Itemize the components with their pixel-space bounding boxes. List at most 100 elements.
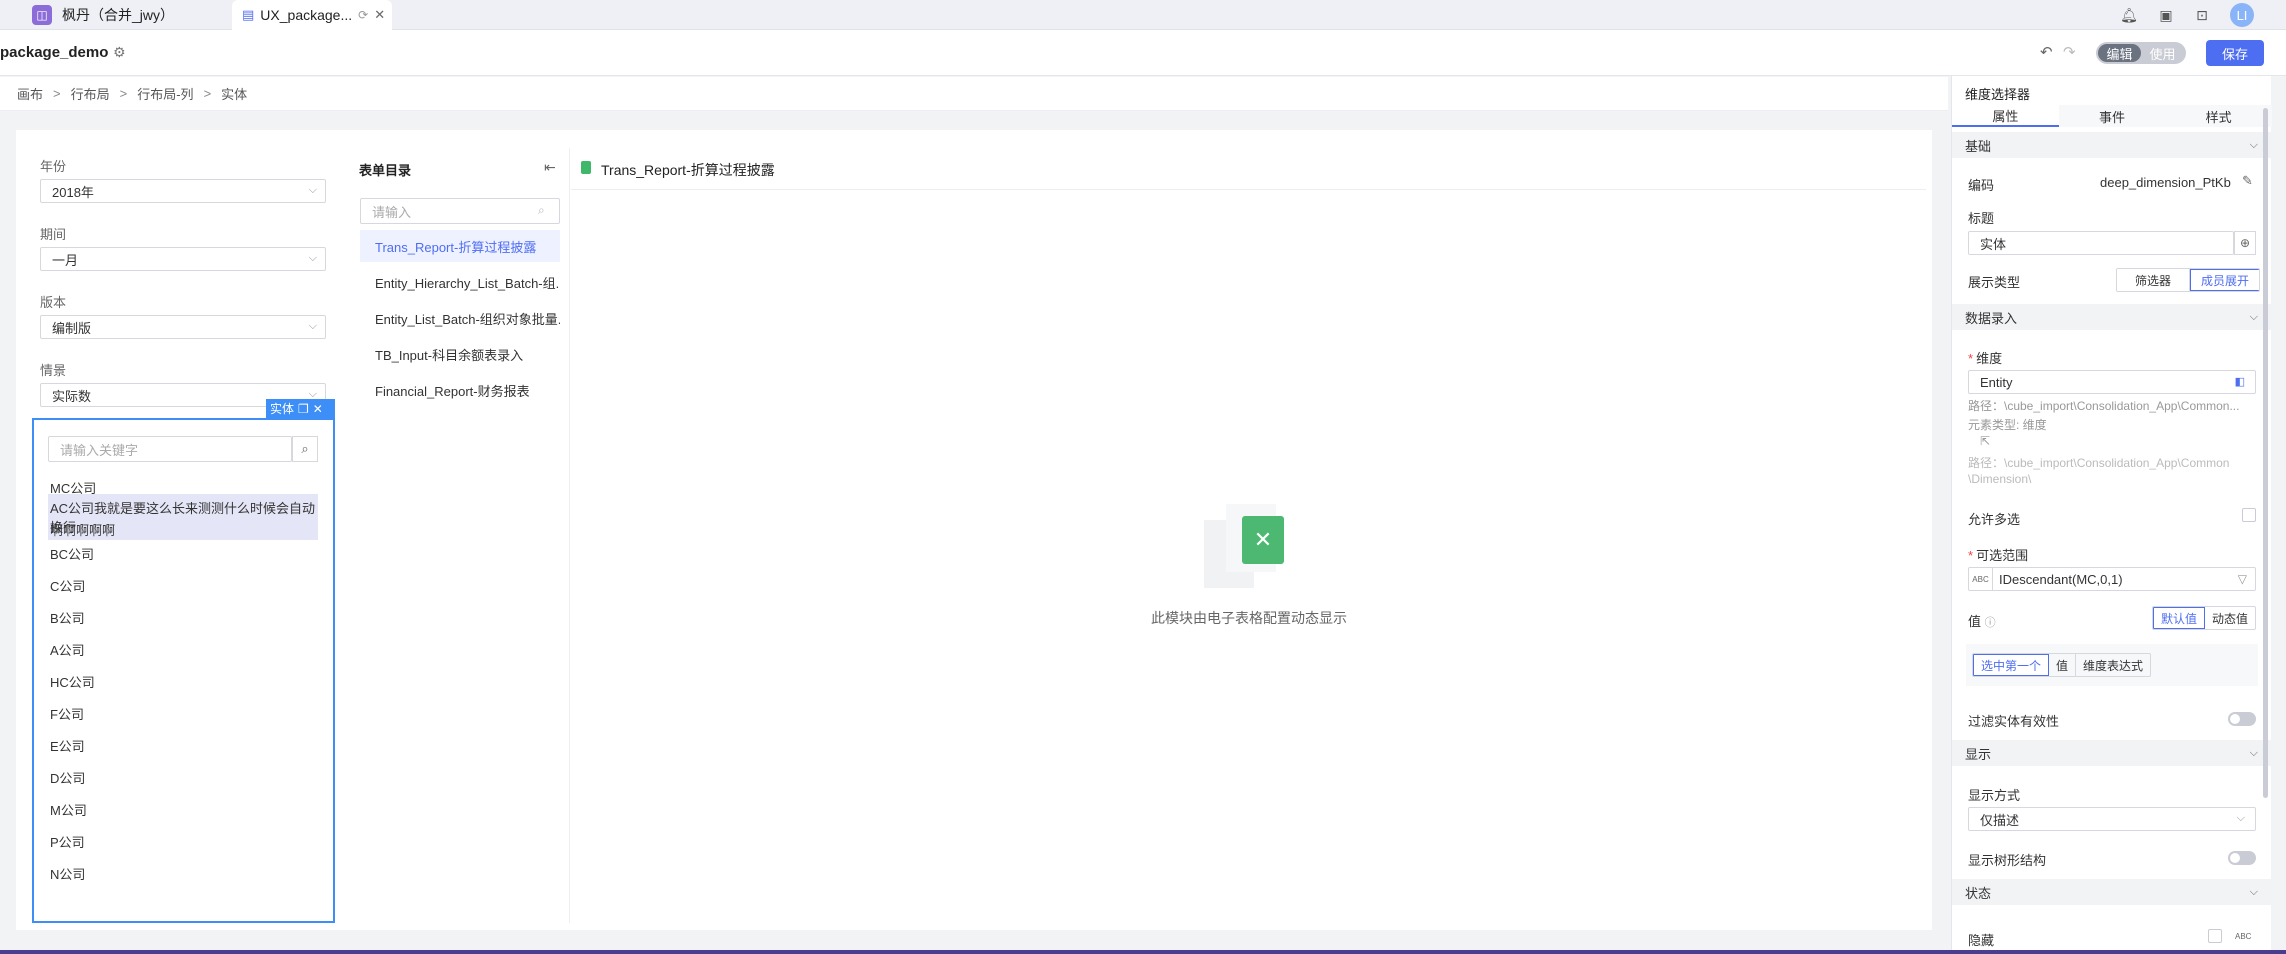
tab-bar: ‹ ◫ 枫丹（合并_jwy） ▤ UX_package... ⟳ ✕ 🔔︎ ▣ … bbox=[0, 0, 2286, 30]
breadcrumb-item[interactable]: 画布 bbox=[17, 84, 43, 103]
avatar[interactable]: LI bbox=[2230, 3, 2254, 27]
undo-icon[interactable]: ↶ bbox=[2040, 43, 2053, 61]
keyword-search-input[interactable]: 请输入关键字 bbox=[48, 436, 292, 462]
form-item[interactable]: TB_Input-科目余额表录入 bbox=[360, 338, 560, 370]
value-options-box: 选中第一个 值 维度表达式 bbox=[1966, 644, 2258, 686]
globe-icon[interactable]: ⊕ bbox=[2234, 231, 2256, 255]
bottom-bar bbox=[0, 950, 2286, 954]
form-item[interactable]: Financial_Report-财务报表 bbox=[360, 374, 560, 406]
form-item[interactable]: Entity_List_Batch-组织对象批量... bbox=[360, 302, 560, 334]
version-select[interactable]: 编制版 ⌵ bbox=[40, 315, 326, 339]
tab-workspace[interactable]: ◫ 枫丹（合并_jwy） bbox=[32, 0, 174, 30]
multi-select-checkbox[interactable] bbox=[2242, 508, 2256, 522]
link-icon[interactable]: ⇱ bbox=[1980, 434, 1990, 448]
mode-toggle[interactable]: 编辑 使用 bbox=[2096, 42, 2186, 64]
breadcrumb: 画布 > 行布局 > 行布局-列 > 实体 bbox=[0, 77, 1948, 111]
filter-icon[interactable]: ▽ bbox=[2238, 572, 2247, 586]
option-first[interactable]: 选中第一个 bbox=[1973, 654, 2050, 676]
select-mode-segment[interactable]: 选中第一个 值 维度表达式 bbox=[1972, 653, 2152, 677]
spreadsheet-placeholder-icon: ✕ bbox=[1204, 504, 1294, 588]
form-item[interactable]: Entity_Hierarchy_List_Batch-组... bbox=[360, 266, 560, 298]
path-text: \Dimension\ bbox=[1968, 472, 2032, 486]
notes-icon[interactable]: ▣ bbox=[2157, 6, 2175, 24]
mode-edit[interactable]: 编辑 bbox=[2098, 44, 2141, 62]
dimension-picker-icon[interactable]: ◧ bbox=[2235, 375, 2245, 388]
filter-label: 期间 bbox=[40, 227, 67, 242]
panel-scrollbar[interactable] bbox=[2263, 108, 2268, 798]
abc-icon: ABC bbox=[1969, 568, 1993, 590]
list-item[interactable]: E公司 bbox=[50, 736, 85, 755]
breadcrumb-item[interactable]: 行布局-列 bbox=[137, 84, 193, 103]
tab-styles[interactable]: 样式 bbox=[2165, 105, 2273, 127]
list-item[interactable]: C公司 bbox=[50, 576, 85, 595]
year-select[interactable]: 2018年 ⌵ bbox=[40, 179, 326, 203]
document-icon: ▤ bbox=[242, 7, 255, 22]
value-label: 值 ⓘ bbox=[1968, 614, 1996, 629]
list-item[interactable]: D公司 bbox=[50, 768, 85, 787]
edit-icon[interactable]: ✎ bbox=[2242, 173, 2253, 189]
value-mode-segment[interactable]: 默认值 动态值 bbox=[2152, 606, 2257, 630]
inbox-icon[interactable]: ⊡ bbox=[2193, 6, 2211, 24]
form-directory: 表单目录 ⇤ 请输入 ⌕ Trans_Report-折算过程披露 Entity_… bbox=[350, 148, 570, 923]
tab-events[interactable]: 事件 bbox=[2058, 105, 2166, 127]
search-icon[interactable]: ⌕ bbox=[292, 436, 318, 462]
breadcrumb-item[interactable]: 行布局 bbox=[71, 84, 110, 103]
bell-icon[interactable]: 🔔︎ bbox=[2120, 6, 2138, 24]
breadcrumb-item[interactable]: 实体 bbox=[221, 84, 247, 103]
option-value[interactable]: 值 bbox=[2049, 654, 2077, 676]
display-mode-select[interactable]: 仅描述 ⌵ bbox=[1968, 807, 2256, 831]
option-expression[interactable]: 维度表达式 bbox=[2076, 654, 2150, 676]
close-icon[interactable]: ✕ bbox=[313, 402, 323, 416]
section-data-entry[interactable]: 数据录入 ⌵ bbox=[1952, 304, 2272, 330]
list-item-selected[interactable]: AC公司我就是要这么长来测测什么时候会自动换行 啊啊啊啊啊 bbox=[48, 494, 318, 540]
path-text: 路径：\cube_import\Consolidation_App\Common… bbox=[1968, 399, 2240, 413]
sheet-icon bbox=[581, 161, 591, 174]
list-item[interactable]: M公司 bbox=[50, 800, 87, 819]
list-item[interactable]: P公司 bbox=[50, 832, 85, 851]
list-item[interactable]: A公司 bbox=[50, 640, 85, 659]
list-item[interactable]: HC公司 bbox=[50, 672, 95, 691]
option-dynamic[interactable]: 动态值 bbox=[2205, 607, 2255, 629]
abc-icon[interactable]: ABC bbox=[2235, 932, 2251, 941]
range-label: * 可选范围 bbox=[1968, 548, 2029, 563]
save-button[interactable]: 保存 bbox=[2206, 40, 2264, 66]
close-icon[interactable]: ✕ bbox=[374, 7, 385, 23]
display-type-segment[interactable]: 筛选器 成员展开 bbox=[2116, 268, 2261, 292]
dimension-input[interactable]: Entity ◧ bbox=[1968, 370, 2256, 394]
app-header: package_demo ⚙ ↶ ↷ bbox=[0, 30, 2286, 76]
mode-use[interactable]: 使用 bbox=[2141, 44, 2184, 62]
entity-tag[interactable]: 实体 ❐ ✕ bbox=[266, 399, 335, 418]
tree-switch[interactable] bbox=[2228, 851, 2256, 865]
title-input[interactable]: 实体 bbox=[1968, 231, 2234, 255]
tab-package[interactable]: ▤ UX_package... ⟳ ✕ bbox=[232, 0, 392, 30]
section-basic[interactable]: 基础 ⌵ bbox=[1952, 132, 2272, 158]
section-display[interactable]: 显示 ⌵ bbox=[1952, 740, 2272, 766]
range-input[interactable]: ABC IDescendant(MC,0,1) ▽ bbox=[1968, 567, 2256, 591]
option-member-expand[interactable]: 成员展开 bbox=[2190, 269, 2260, 291]
refresh-icon[interactable]: ⟳ bbox=[358, 8, 368, 22]
option-filter[interactable]: 筛选器 bbox=[2117, 269, 2191, 291]
help-icon: ⓘ bbox=[1984, 617, 1996, 629]
list-item[interactable]: N公司 bbox=[50, 864, 85, 883]
multi-select-label: 允许多选 bbox=[1968, 512, 2021, 527]
list-item[interactable]: BC公司 bbox=[50, 544, 94, 563]
tab-properties[interactable]: 属性 bbox=[1952, 105, 2059, 127]
period-select[interactable]: 一月 ⌵ bbox=[40, 247, 326, 271]
option-default[interactable]: 默认值 bbox=[2153, 607, 2206, 629]
section-state[interactable]: 状态 ⌵ bbox=[1952, 879, 2272, 905]
hidden-checkbox[interactable] bbox=[2208, 929, 2222, 943]
report-title: Trans_Report-折算过程披露 bbox=[601, 162, 775, 178]
form-search-input[interactable]: 请输入 bbox=[360, 198, 560, 224]
search-icon: ⌕ bbox=[538, 203, 545, 217]
tab-label: UX_package... bbox=[260, 7, 353, 23]
redo-icon[interactable]: ↷ bbox=[2063, 43, 2076, 61]
list-item[interactable]: F公司 bbox=[50, 704, 84, 723]
form-item[interactable]: Trans_Report-折算过程披露 bbox=[360, 230, 560, 262]
collapse-icon[interactable]: ⇤ bbox=[544, 159, 556, 176]
copy-icon[interactable]: ❐ bbox=[298, 402, 309, 416]
filter-entity-switch[interactable] bbox=[2228, 712, 2256, 726]
filter-label: 版本 bbox=[40, 295, 67, 310]
report-header: Trans_Report-折算过程披露 bbox=[571, 148, 1926, 190]
settings-icon[interactable]: ⚙ bbox=[113, 44, 126, 61]
list-item[interactable]: B公司 bbox=[50, 608, 85, 627]
